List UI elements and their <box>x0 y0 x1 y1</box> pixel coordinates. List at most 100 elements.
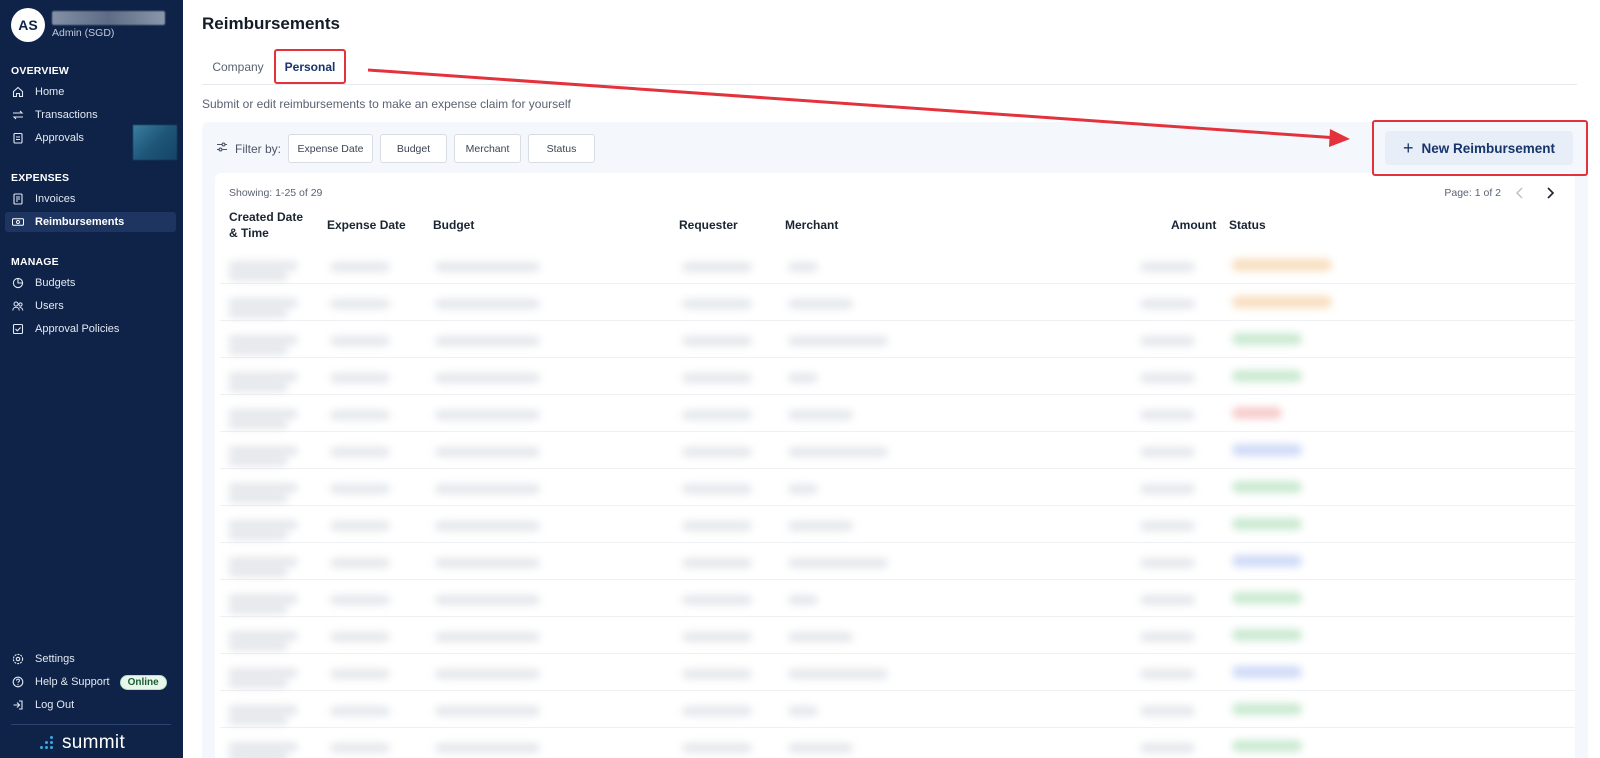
column-header-budget[interactable]: Budget <box>433 217 474 233</box>
table-row[interactable] <box>220 580 1575 617</box>
online-status-badge: Online <box>119 674 167 690</box>
column-header-requester[interactable]: Requester <box>679 217 738 233</box>
brand-logo: summit <box>40 732 125 754</box>
table-row[interactable] <box>220 358 1575 395</box>
prev-page-button[interactable] <box>1509 183 1531 203</box>
sidebar-item-logout[interactable]: Log Out <box>5 695 176 715</box>
redacted-cell <box>228 382 288 392</box>
table-row[interactable] <box>220 691 1575 728</box>
redacted-cell <box>330 706 390 716</box>
table-row[interactable] <box>220 284 1575 321</box>
tab-company[interactable]: Company <box>202 53 274 81</box>
redacted-cell <box>682 558 752 568</box>
redacted-cell <box>228 335 298 345</box>
redacted-cell <box>435 447 540 457</box>
tab-personal[interactable]: Personal <box>274 49 346 84</box>
page-subtitle: Submit or edit reimbursements to make an… <box>202 97 571 111</box>
redacted-cell <box>228 705 298 715</box>
redacted-cell <box>788 632 853 642</box>
section-title-expenses: EXPENSES <box>11 172 70 184</box>
filter-status[interactable]: Status <box>528 134 595 163</box>
redacted-cell <box>682 632 752 642</box>
redacted-cell <box>682 706 752 716</box>
table-row[interactable] <box>220 728 1575 758</box>
reimbursements-table: Showing: 1-25 of 29 Page: 1 of 2 Created… <box>215 173 1575 758</box>
table-row[interactable] <box>220 395 1575 432</box>
sidebar-item-label: Approval Policies <box>35 323 120 335</box>
redacted-cell <box>1140 521 1195 531</box>
redacted-cell <box>1140 706 1195 716</box>
redacted-cell <box>435 484 540 494</box>
users-icon <box>12 300 24 312</box>
redacted-cell <box>330 299 390 309</box>
redacted-cell <box>330 336 390 346</box>
sidebar-item-label: Reimbursements <box>35 216 125 228</box>
redacted-cell <box>1140 262 1195 272</box>
chevron-right-icon <box>1547 187 1555 199</box>
section-title-manage: MANAGE <box>11 256 59 268</box>
redacted-cell <box>1140 373 1195 383</box>
redacted-cell <box>228 409 298 419</box>
new-reimbursement-button[interactable]: + New Reimbursement <box>1385 131 1573 165</box>
filter-budget[interactable]: Budget <box>380 134 447 163</box>
redacted-cell <box>788 595 818 605</box>
status-badge <box>1232 444 1302 456</box>
redacted-cell <box>682 743 752 753</box>
sidebar-item-transactions[interactable]: Transactions <box>5 105 176 125</box>
table-row[interactable] <box>220 543 1575 580</box>
redacted-cell <box>682 410 752 420</box>
redacted-cell <box>330 410 390 420</box>
table-row[interactable] <box>220 506 1575 543</box>
filter-merchant[interactable]: Merchant <box>454 134 521 163</box>
redacted-cell <box>330 262 390 272</box>
cash-icon <box>12 216 24 228</box>
table-row[interactable] <box>220 432 1575 469</box>
redacted-cell <box>435 669 540 679</box>
column-header-expense-date[interactable]: Expense Date <box>327 217 406 233</box>
redacted-cell <box>788 521 853 531</box>
table-row[interactable] <box>220 654 1575 691</box>
redacted-cell <box>228 742 298 752</box>
redacted-cell <box>788 743 853 753</box>
sidebar-item-budgets[interactable]: Budgets <box>5 273 176 293</box>
sidebar-item-home[interactable]: Home <box>5 82 176 102</box>
redacted-cell <box>330 632 390 642</box>
invoice-icon <box>12 193 24 205</box>
column-header-created[interactable]: Created Date & Time <box>229 209 309 241</box>
user-profile[interactable]: AS Admin (SGD) <box>11 8 165 42</box>
column-header-status[interactable]: Status <box>1229 217 1266 233</box>
sidebar-item-approval-policies[interactable]: Approval Policies <box>5 319 176 339</box>
redacted-cell <box>228 419 288 429</box>
filter-label-text: Filter by: <box>235 141 282 156</box>
table-row[interactable] <box>220 469 1575 506</box>
sidebar-item-settings[interactable]: Settings <box>5 649 176 669</box>
main-content: Reimbursements Company Personal Submit o… <box>183 0 1600 758</box>
next-page-button[interactable] <box>1539 183 1561 203</box>
sidebar-item-reimbursements[interactable]: Reimbursements <box>5 212 176 232</box>
status-badge <box>1232 296 1332 308</box>
home-icon <box>12 86 24 98</box>
redacted-cell <box>330 558 390 568</box>
status-badge <box>1232 592 1302 604</box>
redacted-cell <box>788 336 888 346</box>
redacted-cell <box>330 447 390 457</box>
logout-icon <box>12 699 24 711</box>
sidebar-item-help[interactable]: Help & Support Online <box>5 672 176 692</box>
sidebar-item-users[interactable]: Users <box>5 296 176 316</box>
filter-expense-date[interactable]: Expense Date <box>288 134 373 163</box>
status-badge <box>1232 259 1332 271</box>
redacted-cell <box>228 298 298 308</box>
table-row[interactable] <box>220 321 1575 358</box>
column-header-amount[interactable]: Amount <box>1171 217 1216 233</box>
column-header-merchant[interactable]: Merchant <box>785 217 838 233</box>
plus-icon: + <box>1402 137 1414 158</box>
table-row[interactable] <box>220 617 1575 654</box>
redacted-cell <box>435 521 540 531</box>
table-row[interactable] <box>220 247 1575 284</box>
redacted-cell <box>788 410 853 420</box>
transfer-icon <box>12 109 24 121</box>
filter-label: Filter by: <box>216 141 281 156</box>
redacted-cell <box>682 669 752 679</box>
status-badge <box>1232 629 1302 641</box>
sidebar-item-invoices[interactable]: Invoices <box>5 189 176 209</box>
